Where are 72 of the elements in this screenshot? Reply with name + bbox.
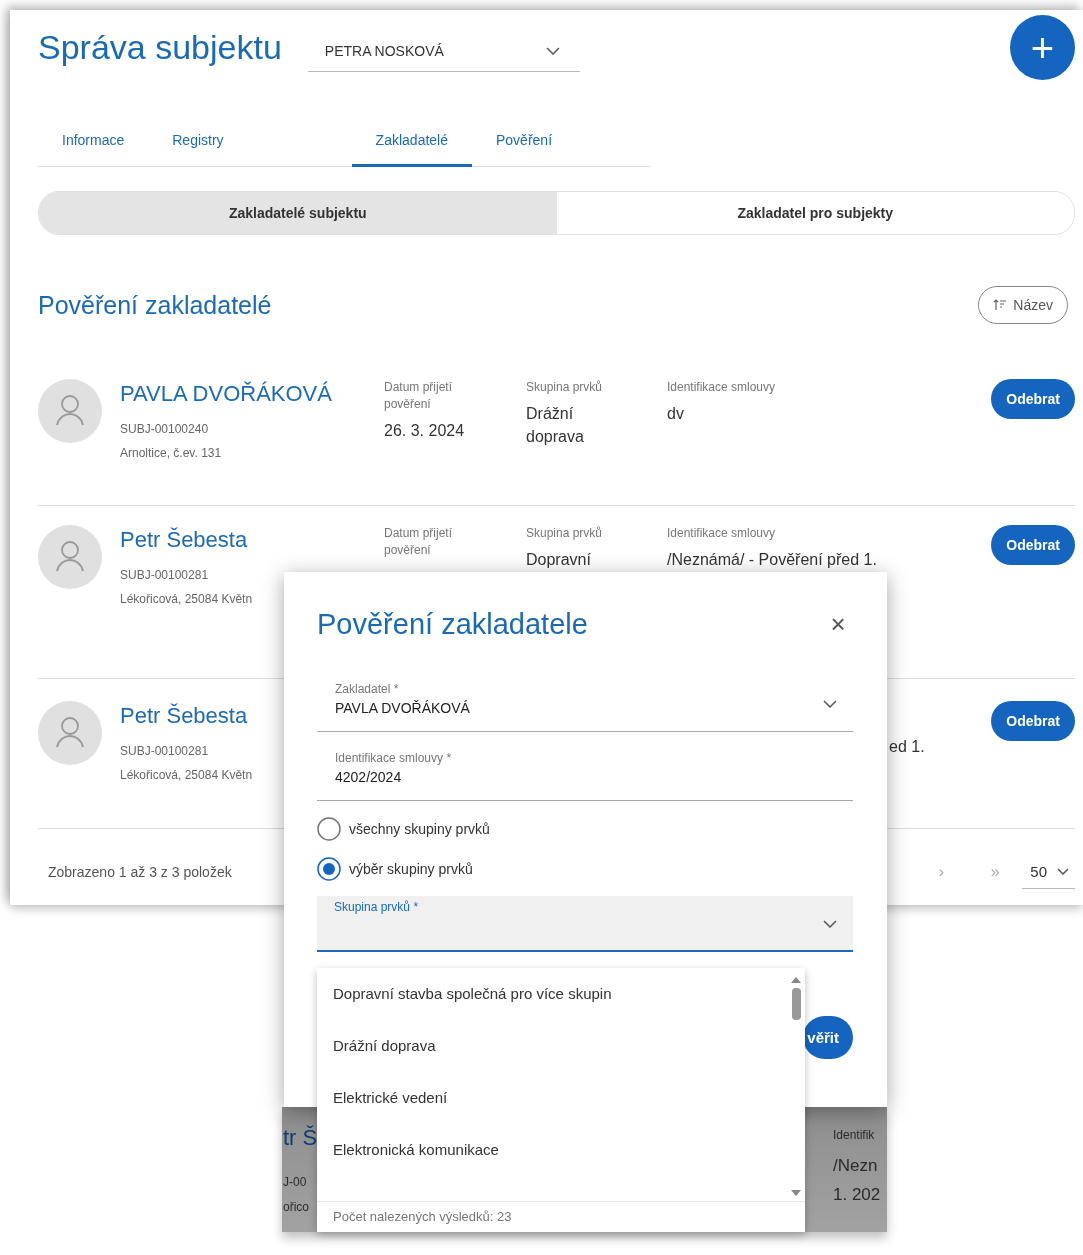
radio-button[interactable] (317, 817, 341, 841)
group-select[interactable]: Skupina prvků * (317, 896, 853, 952)
subject-select[interactable]: PETRA NOSKOVÁ (307, 30, 580, 72)
field-label: Zakladatel * (335, 682, 400, 696)
form-field[interactable]: Zakladatel * PAVLA DVOŘÁKOVÁ (317, 676, 853, 732)
chevron-down-icon (823, 700, 837, 708)
address: Lékořicová, 25084 Květn (120, 768, 253, 782)
scroll-up-icon[interactable] (790, 976, 802, 984)
avatar-icon (38, 525, 102, 589)
group-value: Dopravní (526, 550, 592, 570)
field-value: 4202/2024 (335, 769, 402, 785)
group-label: Skupina prvků (526, 525, 604, 542)
dropdown-option[interactable]: Elektronická komunikace (317, 1137, 805, 1189)
person-name: tr Š (283, 1125, 318, 1151)
dropdown-option[interactable]: Dopravní stavba společná pro více skupin (317, 981, 805, 1033)
form-field[interactable]: Identifikace smlouvy * 4202/2024 (317, 745, 853, 801)
address: Arnoltice, č.ev. 131 (120, 446, 222, 460)
segment-button[interactable]: Zakladatelé subjektu (39, 192, 557, 234)
tab[interactable]: Informace (38, 115, 149, 167)
dialog-title: Pověření zakladatele (317, 607, 588, 641)
pagination-summary: Zobrazeno 1 až 3 z 3 položek (48, 864, 232, 880)
group-label: Skupina prvků (526, 379, 604, 396)
radio-label: všechny skupiny prvků (349, 821, 490, 837)
date-label: Datum přijetí pověření (384, 525, 454, 559)
person-name[interactable]: Petr Šebesta (120, 701, 248, 731)
field-value: PAVLA DVOŘÁKOVÁ (335, 700, 470, 716)
section-title: Pověření zakladatelé (38, 290, 272, 320)
contract-id: 1. 202 (833, 1185, 881, 1205)
radio-button[interactable] (317, 857, 341, 881)
subject-id: J-00 (283, 1175, 307, 1189)
address: ořico (283, 1200, 309, 1214)
contract-label: Identifikace smlouvy (667, 379, 777, 396)
radio-label: výběr skupiny prvků (349, 861, 473, 877)
person-name[interactable]: PAVLA DVOŘÁKOVÁ (120, 379, 332, 409)
confirm-button[interactable]: věřit (803, 1016, 853, 1059)
contract-id: dv (667, 404, 685, 424)
avatar-icon (38, 379, 102, 443)
dropdown-option[interactable]: Elektrické vedení (317, 1085, 805, 1137)
subject-id: SUBJ-00100281 (120, 568, 209, 582)
subject-id: SUBJ-00100281 (120, 744, 209, 758)
page-title: Správa subjektu (38, 27, 282, 68)
group-value: Drážní doprava (526, 404, 585, 447)
chevron-down-icon (545, 46, 560, 55)
field-label: Skupina prvků * (334, 900, 420, 914)
contract-label: Identifik (833, 1128, 875, 1142)
chevron-down-icon (823, 920, 837, 928)
dropdown-option[interactable]: Drážní doprava (317, 1033, 805, 1085)
contract-id: /Nezn (833, 1156, 878, 1176)
tab[interactable]: Pověření (472, 115, 577, 167)
chevron-down-icon (1057, 868, 1069, 875)
avatar-icon (38, 701, 102, 765)
contract-id: /Neznámá/ - Pověření před 1. (667, 550, 878, 570)
contract-label: Identifikace smlouvy (667, 525, 777, 542)
results-count: Počet nalezených výsledků: 23 (317, 1201, 805, 1232)
contract-id: ed 1. (889, 737, 926, 757)
close-button[interactable]: × (823, 608, 853, 640)
page-size-select[interactable]: 50 (1022, 855, 1075, 889)
field-label: Identifikace smlouvy * (335, 751, 453, 765)
tab[interactable]: Zakladatelé (351, 115, 472, 167)
date-label: Datum přijetí pověření (384, 379, 454, 413)
date-value: 26. 3. 2024 (384, 421, 466, 441)
sort-icon (993, 299, 1008, 311)
remove-button[interactable]: Odebrat (991, 379, 1075, 419)
person-name[interactable]: Petr Šebesta (120, 525, 248, 555)
add-button[interactable]: + (1010, 15, 1075, 80)
scrollbar-thumb[interactable] (791, 988, 801, 1020)
remove-button[interactable]: Odebrat (991, 525, 1075, 565)
remove-button[interactable]: Odebrat (991, 701, 1075, 741)
address: Lékořicová, 25084 Květn (120, 592, 253, 606)
subject-id: SUBJ-00100240 (120, 422, 209, 436)
tab[interactable]: Registry (148, 115, 248, 167)
scroll-down-icon[interactable] (790, 1189, 802, 1197)
